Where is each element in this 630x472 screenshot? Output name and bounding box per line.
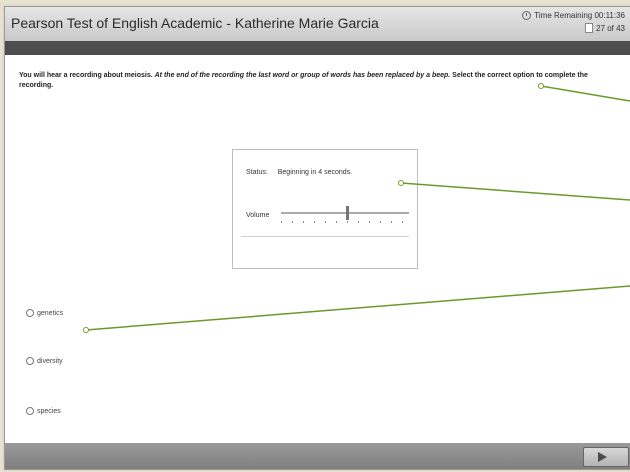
question-counter: 27 of 43: [596, 23, 625, 33]
option-label: diversity: [37, 357, 63, 365]
slider-track: [281, 212, 409, 214]
test-window: Pearson Test of English Academic - Kathe…: [4, 6, 630, 470]
radio-icon[interactable]: [26, 357, 34, 365]
status-row: Status: Beginning in 4 seconds.: [246, 169, 352, 176]
time-remaining: Time Remaining 00:11:36: [534, 11, 625, 20]
option-label: genetics: [37, 309, 64, 317]
volume-slider[interactable]: [281, 206, 409, 226]
sub-toolbar: [5, 41, 630, 55]
status-label: Status:: [246, 169, 268, 176]
option-label: species: [37, 407, 61, 415]
instructions-text-1: You will hear a recording about meiosis.: [19, 72, 155, 79]
arrow-right-icon: [598, 452, 607, 462]
option-diversity[interactable]: diversity: [26, 357, 63, 365]
title-bar: Pearson Test of English Academic - Kathe…: [5, 7, 630, 42]
question-counter-row: 27 of 43: [522, 23, 625, 33]
bottom-bar: [5, 443, 630, 469]
option-species[interactable]: species: [26, 407, 61, 415]
volume-label: Volume: [246, 212, 270, 219]
status-value: Beginning in 4 seconds.: [277, 169, 353, 176]
slider-handle[interactable]: [346, 206, 350, 220]
instructions-text-2: At the end of the recording the last wor…: [154, 72, 451, 79]
timer-row: Time Remaining 00:11:36: [522, 11, 625, 20]
audio-player: Status: Beginning in 4 seconds. Volume: [232, 149, 418, 269]
timer-panel: Time Remaining 00:11:36 27 of 43: [522, 11, 625, 33]
option-genetics[interactable]: genetics: [26, 309, 63, 317]
slider-ticks: [281, 221, 409, 223]
app-title: Pearson Test of English Academic - Kathe…: [11, 15, 379, 31]
clock-icon: [522, 11, 532, 20]
divider: [241, 236, 409, 237]
page-icon: [585, 23, 594, 33]
radio-icon[interactable]: [26, 309, 34, 317]
next-button[interactable]: [583, 447, 629, 467]
instructions: You will hear a recording about meiosis.…: [19, 71, 609, 91]
radio-icon[interactable]: [26, 407, 34, 415]
